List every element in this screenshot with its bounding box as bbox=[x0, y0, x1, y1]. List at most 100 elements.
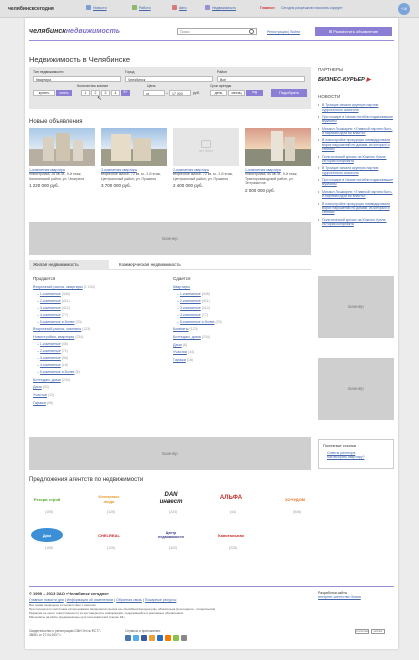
subcategory-link[interactable]: 3-комнатные bbox=[40, 306, 61, 310]
price-from-input[interactable]: от bbox=[143, 90, 165, 96]
agency-card[interactable]: Резерв строй (155) bbox=[31, 492, 67, 515]
topnav-realty[interactable]: Недвижимость bbox=[212, 6, 236, 10]
site-logo[interactable]: челябинскнедвижимость bbox=[29, 28, 120, 37]
news-item[interactable]: Михаил Лошкарев: «Главный партию быть, и… bbox=[318, 190, 394, 199]
subcategory-link[interactable]: 4-комнатные bbox=[40, 313, 61, 317]
agency-card[interactable]: ХОЧУДОМ (546) bbox=[279, 492, 315, 515]
city-select[interactable]: Челябинск bbox=[125, 76, 213, 82]
ad-photo[interactable] bbox=[29, 128, 95, 166]
footer-link[interactable]: Информация об изменениях bbox=[67, 598, 114, 602]
price-to-input[interactable]: 17 000 bbox=[169, 90, 191, 96]
agency-logo[interactable]: CHELREAL bbox=[93, 528, 125, 542]
twitter-icon[interactable] bbox=[133, 635, 139, 641]
news-item[interactable]: Политический кризис на Южном Урале. Исто… bbox=[318, 155, 394, 164]
developer-link[interactable]: интернет-агентство Оника bbox=[318, 595, 394, 599]
subcategory-link[interactable]: 2-комнатные bbox=[40, 299, 61, 303]
news-item[interactable]: При пожаре в Чесме погибли подвыпившие м… bbox=[318, 115, 394, 124]
category-link[interactable]: Коттеджи, дома bbox=[173, 335, 201, 339]
counter-badge[interactable]: статистика bbox=[355, 629, 369, 634]
portal-logo[interactable]: челябинсксегодня bbox=[8, 6, 54, 12]
apple-icon[interactable] bbox=[181, 635, 187, 641]
counter-badge[interactable]: рейтинг bbox=[371, 629, 385, 634]
rooms-3[interactable]: 3 bbox=[101, 90, 110, 96]
category-link[interactable]: Вторичный рынок, квартиры bbox=[33, 285, 83, 289]
news-item[interactable]: В Троицке изъяли крупную партию суррогат… bbox=[318, 103, 394, 112]
submit-filter-button[interactable]: Подобрать bbox=[271, 89, 307, 97]
vk-icon[interactable] bbox=[125, 635, 131, 641]
footer-link[interactable]: Пожарные ресурсы bbox=[145, 598, 177, 602]
rooms-1[interactable]: 1 bbox=[81, 90, 90, 96]
category-link[interactable]: Вторичный рынок, комнаты bbox=[33, 327, 81, 331]
topnav-news[interactable]: Новости bbox=[93, 6, 107, 10]
login-links[interactable]: Регистрация | Войти bbox=[267, 30, 300, 34]
category-link[interactable]: Гаражи bbox=[173, 358, 186, 362]
subcategory-link[interactable]: 4-комнатные bbox=[40, 363, 61, 367]
rss-icon[interactable] bbox=[165, 635, 171, 641]
news-item[interactable]: При пожаре в Чесме погибли подвыпившие м… bbox=[318, 178, 394, 187]
subcategory-link[interactable]: 5-комнатные и более bbox=[40, 320, 75, 324]
android-icon[interactable] bbox=[173, 635, 179, 641]
rooms-5plus[interactable]: 5+ bbox=[121, 90, 130, 96]
tab-commercial[interactable]: Коммерческая недвижимость bbox=[115, 260, 185, 270]
subcategory-link[interactable]: 1-комнатные bbox=[40, 292, 61, 296]
rooms-4[interactable]: 4 bbox=[111, 90, 120, 96]
type-select[interactable]: Квартира bbox=[33, 76, 121, 82]
facebook-icon[interactable] bbox=[141, 635, 147, 641]
topnav-work[interactable]: Работа bbox=[139, 6, 151, 10]
deal-buy-button[interactable]: купить bbox=[33, 90, 55, 96]
category-link[interactable]: Участки bbox=[33, 393, 47, 397]
agency-logo[interactable]: Капитальная bbox=[215, 528, 247, 542]
term-month[interactable]: месяц bbox=[228, 90, 245, 96]
agency-logo[interactable]: АЛЬФА bbox=[215, 492, 247, 506]
category-link[interactable]: Дачи bbox=[173, 343, 182, 347]
ad-card[interactable]: 1-комнатная квартира новостройка, 26 кв.… bbox=[29, 128, 95, 189]
category-link[interactable]: Квартиры bbox=[173, 285, 190, 289]
subcategory-link[interactable]: 5-комнатные и более bbox=[180, 320, 215, 324]
subcategory-link[interactable]: 4-комнатные bbox=[180, 313, 201, 317]
agency-card[interactable]: CHELREAL (125) bbox=[93, 528, 129, 551]
agency-card[interactable]: Капитальная (225) bbox=[215, 528, 251, 551]
post-ad-button[interactable]: ⊞ Разместить объявление bbox=[315, 27, 392, 36]
banner-side-2[interactable]: Баннер bbox=[318, 358, 394, 420]
agency-logo[interactable]: Резерв строй bbox=[31, 492, 63, 506]
search-icon[interactable] bbox=[249, 29, 254, 34]
agency-logo[interactable]: ХОЧУДОМ bbox=[279, 492, 311, 506]
footer-link[interactable]: Обратная связь bbox=[116, 598, 142, 602]
ok-icon[interactable] bbox=[149, 635, 155, 641]
subcategory-link[interactable]: 3-комнатные bbox=[180, 306, 201, 310]
ad-photo-placeholder[interactable]: нет фото bbox=[173, 128, 239, 166]
category-link[interactable]: Гаражи bbox=[33, 401, 46, 405]
district-select[interactable]: Все bbox=[217, 76, 305, 82]
agency-logo[interactable]: Дом bbox=[31, 528, 63, 542]
banner-wide-2[interactable]: Баннер bbox=[29, 437, 311, 470]
subcategory-link[interactable]: 5-комнатные и более bbox=[40, 370, 75, 374]
search-input[interactable]: Поиск bbox=[177, 28, 257, 35]
main-news-link[interactable]: Сегодня разрешили помогать коррупт bbox=[281, 6, 367, 10]
category-link[interactable]: Новостройки, квартиры bbox=[33, 335, 74, 339]
agency-logo[interactable]: Ключевые люди bbox=[93, 492, 125, 506]
ad-card[interactable]: 1-комнатная квартира новостройка, 60 кв.… bbox=[245, 128, 311, 193]
ad-card[interactable]: нет фото 2-комнатная квартира вторичное … bbox=[173, 128, 239, 189]
category-link[interactable]: Коттеджи, дома bbox=[33, 378, 61, 382]
category-link[interactable]: Комнаты bbox=[173, 327, 189, 331]
agency-logo[interactable]: Центр недвижимости bbox=[155, 528, 187, 542]
news-item[interactable]: В Троицке изъяли крупную партию суррогат… bbox=[318, 166, 394, 175]
news-item[interactable]: Михаил Лошкарев: «Главный партию быть, и… bbox=[318, 127, 394, 136]
footer-link[interactable]: Главные новости дня bbox=[29, 598, 64, 602]
agency-card[interactable]: DAN инвест (224) bbox=[155, 492, 191, 515]
partner-logo[interactable]: БИЗНЕС-КУРЬЕР ▶ bbox=[318, 77, 394, 84]
ad-card[interactable]: 3-комнатная квартира вторичное жилье, 72… bbox=[101, 128, 167, 189]
agency-card[interactable]: Центр недвижимости (422) bbox=[155, 528, 191, 550]
subcategory-link[interactable]: 2-комнатные bbox=[180, 299, 201, 303]
agency-logo[interactable]: DAN инвест bbox=[155, 492, 187, 506]
banner-wide[interactable]: Баннер bbox=[29, 222, 311, 255]
news-item[interactable]: В новостройке прокуроры ликвидировали во… bbox=[318, 138, 394, 151]
term-day[interactable]: день bbox=[210, 90, 227, 96]
subcategory-link[interactable]: 3-комнатные bbox=[40, 356, 61, 360]
term-year[interactable]: год bbox=[246, 90, 263, 96]
agency-card[interactable]: Дом (155) bbox=[31, 528, 67, 550]
weather-badge[interactable]: +16 bbox=[398, 3, 410, 15]
tab-residential[interactable]: Жилая недвижимость bbox=[29, 260, 109, 270]
useful-link[interactable]: Как выбрать квартиру? bbox=[323, 455, 389, 459]
topnav-auto[interactable]: Авто bbox=[179, 6, 187, 10]
